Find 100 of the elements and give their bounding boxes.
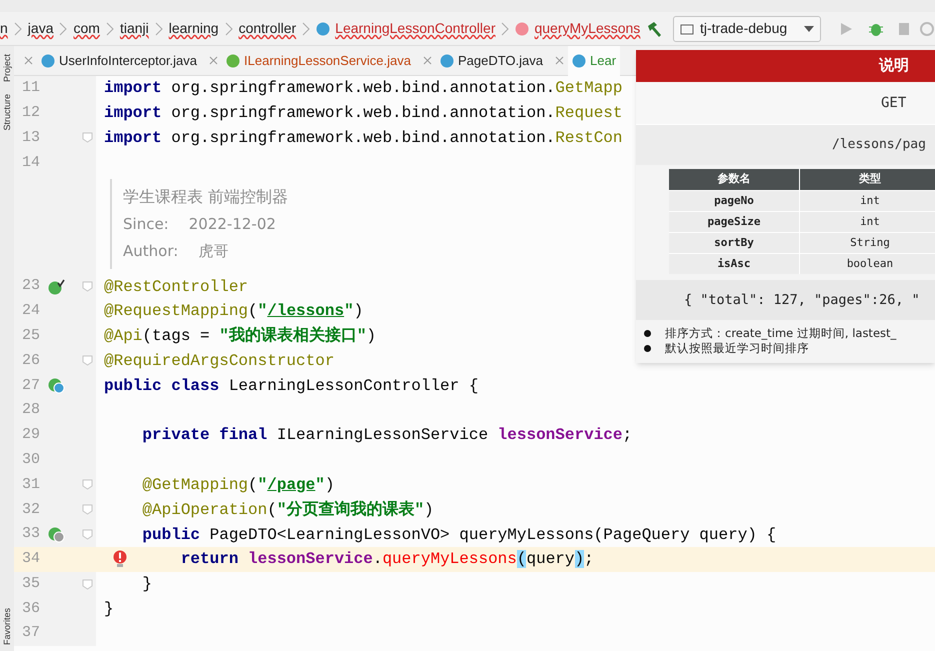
- config-icon: [680, 22, 694, 36]
- line-number: 23: [20, 276, 40, 296]
- table-cell: int: [800, 191, 935, 211]
- fold-icon[interactable]: [82, 578, 93, 590]
- run-config-dropdown[interactable]: tj-trade-debug: [673, 16, 821, 42]
- editor-tab[interactable]: UserInfoInterceptor.java: [37, 46, 222, 76]
- code-line: }: [141, 576, 152, 592]
- chevron-icon: [501, 22, 510, 36]
- table-cell: pageSize: [669, 212, 799, 232]
- breadcrumb-item[interactable]: n: [0, 18, 8, 39]
- line-number: 32: [20, 500, 40, 520]
- line-number: 13: [20, 128, 40, 148]
- line-number: 11: [20, 78, 40, 98]
- endpoint-path: /lessons/pag: [832, 136, 926, 154]
- doc-value: 虎哥: [198, 240, 228, 262]
- chevron-icon: [154, 22, 163, 36]
- fold-icon[interactable]: [82, 281, 93, 292]
- table-cell: boolean: [800, 254, 935, 274]
- editor-tab[interactable]: Lear: [568, 46, 620, 76]
- code-line: @GetMapping("/page"): [141, 476, 334, 493]
- class-icon: [572, 54, 586, 68]
- doc-tag: Author:: [123, 240, 178, 262]
- chevron-icon: [59, 22, 68, 36]
- fold-icon[interactable]: [82, 504, 93, 516]
- code-line: import org.springframework.web.bind.annotation.RestCon: [104, 130, 622, 146]
- breadcrumb-item[interactable]: LearningLessonController: [316, 18, 496, 39]
- line-number: 27: [20, 376, 40, 396]
- close-icon[interactable]: [209, 56, 218, 65]
- table-cell: isAsc: [669, 254, 799, 274]
- line-number: 14: [20, 152, 40, 173]
- doc-value: 2022-12-02: [188, 214, 276, 236]
- response-example: { "total": 127, "pages":26, ": [684, 290, 920, 310]
- line-number: 37: [20, 623, 40, 644]
- side-tab[interactable]: Structure: [2, 94, 12, 131]
- doc-summary: 学生课程表 前端控制器: [123, 186, 288, 208]
- line-number: 24: [20, 301, 40, 322]
- code-line: public class LearningLessonController {: [104, 378, 478, 394]
- note-text: 排序方式：create_time 过期时间, lastest_: [665, 324, 896, 342]
- line-number: 29: [20, 425, 40, 446]
- http-method: GET: [881, 94, 906, 112]
- note-text: 默认按照最近学习时间排序: [665, 340, 809, 357]
- code-line: import org.springframework.web.bind.annotation.Request: [104, 105, 622, 122]
- class-icon: [41, 54, 55, 68]
- fold-icon[interactable]: [82, 355, 93, 366]
- method-bean-icon: [47, 526, 65, 543]
- close-icon[interactable]: [24, 56, 33, 65]
- code-line: private final ILearningLessonService lessonService;: [141, 427, 632, 444]
- breadcrumb-item[interactable]: controller: [238, 18, 296, 39]
- method-icon: [515, 22, 530, 36]
- breadcrumb-item[interactable]: tianji: [120, 18, 149, 39]
- breadcrumb-item[interactable]: com: [73, 18, 100, 39]
- hammer-icon[interactable]: [645, 20, 663, 38]
- line-number: 12: [20, 102, 40, 123]
- chevron-icon: [224, 22, 233, 36]
- fold-icon[interactable]: [82, 529, 93, 540]
- code-line: import org.springframework.web.bind.annotation.GetMapp: [104, 80, 622, 96]
- breadcrumb-item[interactable]: queryMyLessons: [515, 18, 640, 39]
- class-icon: [316, 22, 330, 36]
- editor-tab[interactable]: ILearningLessonService.java: [222, 46, 436, 76]
- close-icon[interactable]: [422, 56, 432, 65]
- interface-icon: [226, 54, 240, 68]
- table-cell: sortBy: [669, 233, 799, 253]
- popup-title: 说明: [879, 56, 909, 76]
- code-line: @ApiOperation("分页查询我的课表"): [141, 502, 434, 518]
- breadcrumb-item[interactable]: java: [28, 18, 54, 39]
- table-header: 类型: [800, 169, 935, 190]
- chevron-icon: [106, 22, 114, 36]
- caret-icon: [804, 26, 814, 32]
- breadcrumb-item[interactable]: learning: [168, 18, 219, 39]
- table-cell: String: [800, 233, 935, 253]
- code-line: @RestController: [104, 278, 248, 295]
- editor-tab[interactable]: PageDTO.java: [436, 46, 568, 76]
- code-line: @RequiredArgsConstructor: [104, 352, 334, 369]
- bullet-icon: [644, 330, 651, 337]
- line-number: 30: [20, 450, 40, 470]
- line-number: 36: [20, 598, 40, 619]
- class-bean-icon: [47, 378, 65, 394]
- code-line: return lessonService.queryMyLessons(query);: [180, 551, 594, 568]
- error-bulb-icon[interactable]: [113, 550, 127, 568]
- line-number: 33: [20, 524, 40, 544]
- code-line: @RequestMapping("/lessons"): [104, 303, 364, 320]
- line-number: 35: [20, 574, 40, 594]
- run-icon[interactable]: [839, 22, 853, 36]
- table-cell: pageNo: [669, 191, 799, 211]
- bullet-icon: [644, 345, 651, 352]
- side-tab[interactable]: Favorites: [2, 608, 12, 645]
- doc-tag: Since:: [123, 213, 169, 236]
- fold-icon[interactable]: [82, 479, 93, 490]
- code-line: @Api(tags = "我的课表相关接口"): [104, 328, 376, 344]
- close-icon[interactable]: [555, 56, 564, 65]
- line-number: 34: [20, 549, 40, 570]
- line-number: 31: [20, 474, 40, 495]
- fold-icon[interactable]: [82, 132, 93, 144]
- table-cell: int: [800, 212, 935, 232]
- code-line: public PageDTO<LearningLessonVO> queryMyLessons(PageQuery query) {: [141, 526, 776, 543]
- side-tab[interactable]: Project: [2, 54, 12, 82]
- bean-icon: [47, 278, 65, 295]
- line-number: 26: [20, 350, 40, 371]
- table-header: 参数名: [669, 169, 799, 190]
- line-number: 28: [20, 400, 40, 420]
